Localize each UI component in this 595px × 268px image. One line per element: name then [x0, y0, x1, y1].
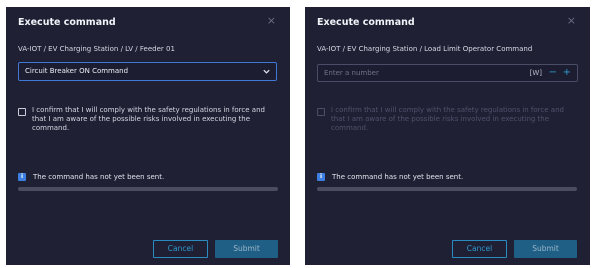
confirm-text: I confirm that I will comply with the sa… — [331, 106, 564, 132]
confirm-checkbox[interactable] — [317, 108, 325, 116]
cancel-button[interactable]: Cancel — [153, 240, 208, 258]
command-select[interactable]: Circuit Breaker ON Command — [18, 62, 277, 81]
command-select-value: Circuit Breaker ON Command — [25, 67, 129, 75]
number-input-placeholder: Enter a number — [324, 69, 379, 77]
number-input[interactable]: Enter a number [W] − + — [317, 64, 578, 82]
status-text: The command has not yet been sent. — [33, 173, 165, 181]
cancel-button[interactable]: Cancel — [452, 240, 507, 258]
confirm-checkbox[interactable] — [18, 108, 26, 116]
asset-path: VA-IOT / EV Charging Station / Load Limi… — [317, 45, 533, 53]
close-icon[interactable]: × — [267, 15, 276, 27]
execute-command-dialog-select: Execute command × VA-IOT / EV Charging S… — [6, 7, 290, 265]
unit-label: [W] — [529, 69, 542, 77]
close-icon[interactable]: × — [567, 15, 576, 27]
confirm-text: I confirm that I will comply with the sa… — [32, 106, 265, 132]
info-icon: i — [317, 173, 325, 181]
increment-button[interactable]: + — [563, 66, 571, 79]
submit-button[interactable]: Submit — [514, 240, 577, 258]
chevron-down-icon — [263, 69, 270, 74]
decrement-button[interactable]: − — [549, 66, 557, 79]
asset-path: VA-IOT / EV Charging Station / LV / Feed… — [18, 45, 175, 53]
dialog-title: Execute command — [317, 17, 415, 28]
dialog-title: Execute command — [18, 17, 116, 28]
submit-button[interactable]: Submit — [215, 240, 278, 258]
execute-command-dialog-number: Execute command × VA-IOT / EV Charging S… — [305, 7, 590, 265]
status-text: The command has not yet been sent. — [332, 173, 464, 181]
progress-bar — [317, 187, 577, 191]
info-icon: i — [18, 173, 26, 181]
progress-bar — [18, 187, 278, 191]
